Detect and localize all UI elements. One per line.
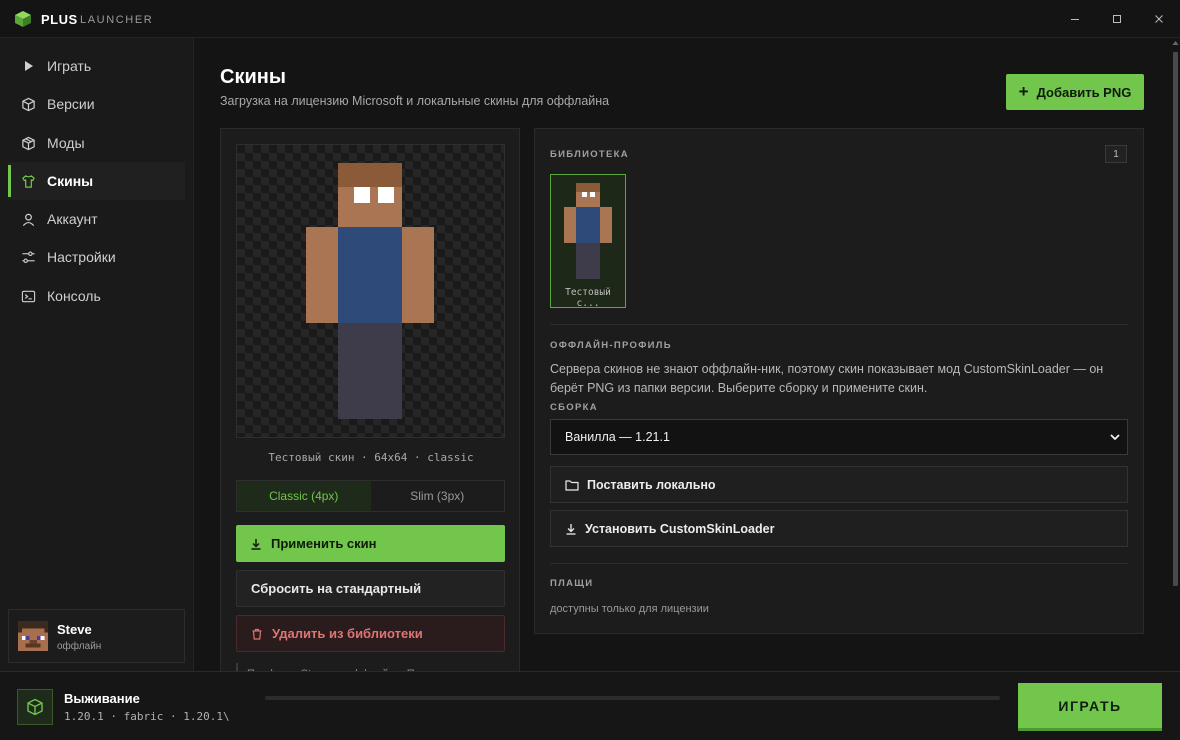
- install-csl-label: Установить CustomSkinLoader: [585, 521, 775, 536]
- sidebar-item-account[interactable]: Аккаунт: [8, 200, 185, 238]
- capes-note: доступны только для лицензии: [550, 603, 709, 615]
- sidebar-item-versions[interactable]: Версии: [8, 85, 185, 123]
- sidebar-item-label: Настройки: [47, 249, 116, 265]
- profile-card[interactable]: Steve оффлайн: [8, 609, 185, 663]
- library-count-badge: 1: [1105, 145, 1127, 163]
- library-skin-thumbnail: [564, 183, 612, 279]
- sidebar-item-label: Скины: [47, 173, 94, 189]
- sidebar-item-label: Аккаунт: [47, 211, 98, 227]
- sidebar-item-label: Версии: [47, 96, 95, 112]
- sidebar-item-label: Консоль: [47, 288, 101, 304]
- reset-skin-label: Сбросить на стандартный: [251, 581, 422, 596]
- page-subtitle: Загрузка на лицензию Microsoft и локальн…: [220, 94, 610, 108]
- page-title: Скины: [220, 66, 286, 88]
- model-toggle: Classic (4px) Slim (3px): [236, 480, 505, 512]
- sidebar-item-label: Играть: [47, 58, 92, 74]
- add-png-button[interactable]: + Добавить PNG: [1006, 74, 1144, 110]
- user-icon: [20, 211, 36, 227]
- scroll-up-icon[interactable]: [1172, 40, 1179, 46]
- offline-description: Сервера скинов не знают оффлайн-ник, поэ…: [550, 362, 1104, 395]
- build-select-value: Ванилла — 1.21.1: [565, 430, 670, 444]
- offline-profile-label: ОФФЛАЙН-ПРОФИЛЬ: [550, 340, 672, 351]
- model-option-slim[interactable]: Slim (3px): [371, 481, 505, 511]
- build-label: СБОРКА: [550, 402, 598, 413]
- add-png-label: Добавить PNG: [1036, 84, 1132, 100]
- sidebar-item-mods[interactable]: Моды: [8, 124, 185, 162]
- scrollbar[interactable]: [1172, 40, 1179, 670]
- library-panel: БИБЛИОТЕКА 1 Тестовый с... ОФФЛАЙН-ПРОФИ…: [534, 128, 1144, 634]
- divider: [550, 324, 1128, 325]
- skin-caption: Тестовый скин · 64x64 · classic: [268, 451, 474, 464]
- delete-skin-label: Удалить из библиотеки: [272, 626, 423, 641]
- library-skin-name: Тестовый с...: [565, 287, 611, 309]
- profile-name: Steve: [57, 622, 92, 637]
- install-csl-button[interactable]: Установить CustomSkinLoader: [550, 510, 1128, 547]
- chevron-down-icon: [1110, 434, 1120, 441]
- profile-status: оффлайн: [57, 641, 102, 652]
- apply-skin-label: Применить скин: [271, 536, 377, 551]
- sidebar-item-label: Моды: [47, 135, 85, 151]
- play-button[interactable]: ИГРАТЬ: [1018, 683, 1162, 731]
- capes-label: ПЛАЩИ: [550, 578, 594, 589]
- sidebar-item-play[interactable]: Играть: [8, 47, 185, 85]
- apply-skin-button[interactable]: Применить скин: [236, 525, 505, 562]
- divider: [550, 563, 1128, 564]
- brand-subtitle: LAUNCHER: [80, 14, 154, 26]
- launch-progress-bar: [265, 696, 1000, 700]
- instance-meta: 1.20.1 · fabric · 1.20.1\: [64, 710, 230, 723]
- reset-skin-button[interactable]: Сбросить на стандартный: [236, 570, 505, 607]
- plus-icon: +: [1018, 82, 1029, 101]
- build-select[interactable]: Ванилла — 1.21.1: [550, 419, 1128, 455]
- library-skin-card[interactable]: Тестовый с...: [550, 174, 626, 309]
- editor-note: Профиль: Steve — оффлайн. «Применить»: [236, 663, 470, 671]
- download-icon: [250, 538, 262, 550]
- sidebar: Играть Версии Моды Скины Аккаунт Настрой…: [0, 38, 194, 671]
- main-content: Скины Загрузка на лицензию Microsoft и л…: [195, 38, 1180, 671]
- bottom-bar: Выживание 1.20.1 · fabric · 1.20.1\ ИГРА…: [0, 671, 1180, 740]
- folder-icon: [565, 479, 579, 491]
- close-icon[interactable]: [1148, 8, 1170, 30]
- skin-figure: [306, 163, 434, 419]
- box-icon: [20, 135, 36, 151]
- instance-name: Выживание: [64, 691, 140, 706]
- skin-editor-panel: Тестовый скин · 64x64 · classic Classic …: [220, 128, 520, 671]
- set-local-label: Поставить локально: [587, 477, 716, 492]
- brand-name: PLUS: [41, 12, 78, 27]
- delete-skin-button[interactable]: Удалить из библиотеки: [236, 615, 505, 652]
- trash-icon: [251, 628, 263, 640]
- sidebar-item-console[interactable]: Консоль: [8, 277, 185, 315]
- cube-icon: [20, 96, 36, 112]
- scrollbar-thumb[interactable]: [1173, 52, 1178, 586]
- minimize-icon[interactable]: [1064, 8, 1086, 30]
- sliders-icon: [20, 249, 36, 265]
- shirt-icon: [20, 173, 36, 189]
- logo-icon: [15, 11, 31, 27]
- instance-icon: [17, 689, 53, 725]
- set-local-button[interactable]: Поставить локально: [550, 466, 1128, 503]
- terminal-icon: [20, 288, 36, 304]
- maximize-icon[interactable]: [1106, 8, 1128, 30]
- play-icon: [20, 58, 36, 74]
- sidebar-item-settings[interactable]: Настройки: [8, 238, 185, 276]
- library-label: БИБЛИОТЕКА: [550, 149, 629, 160]
- skin-preview[interactable]: [236, 144, 505, 438]
- avatar: [18, 621, 48, 651]
- sidebar-item-skins[interactable]: Скины: [8, 162, 185, 200]
- model-option-classic[interactable]: Classic (4px): [237, 481, 371, 511]
- download-icon: [565, 523, 577, 535]
- title-bar: PLUS LAUNCHER: [0, 0, 1180, 38]
